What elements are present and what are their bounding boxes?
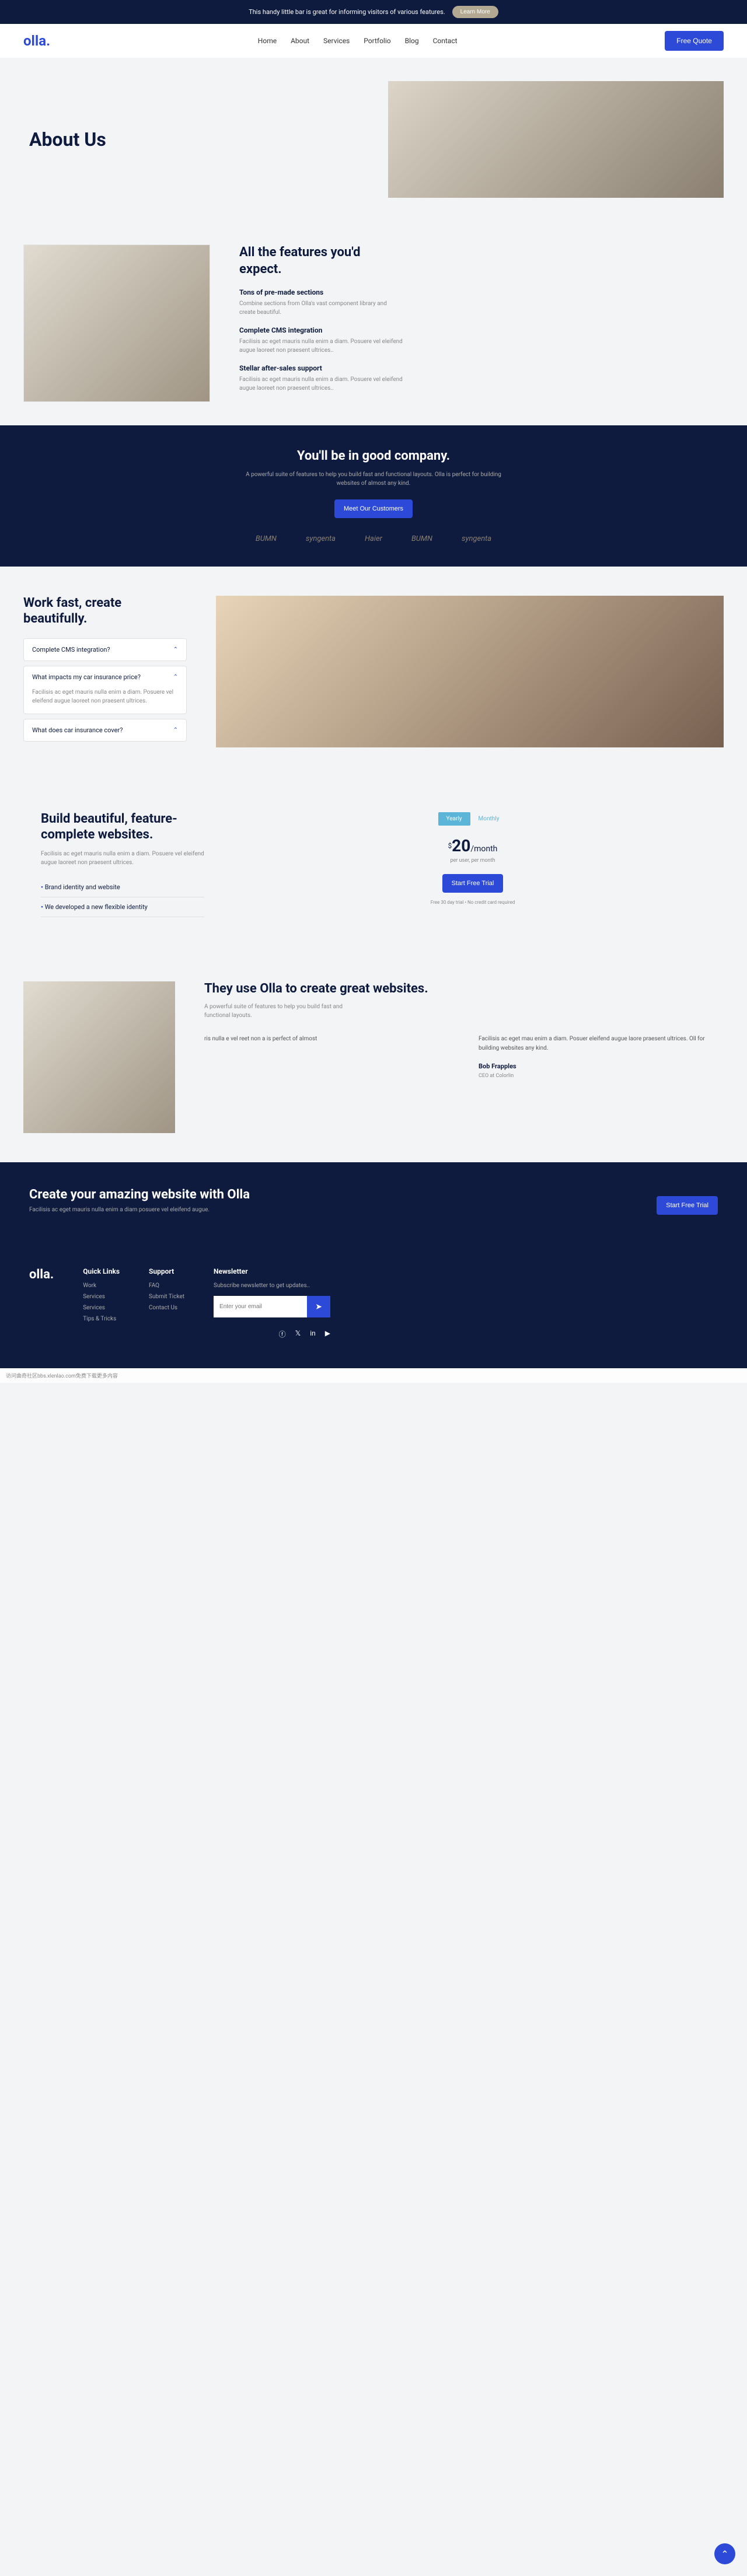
cta-title: Create your amazing website with Olla bbox=[29, 1187, 250, 1202]
testimonial-title: They use Olla to create great websites. bbox=[204, 981, 724, 997]
feature-text: Facilisis ac eget mauris nulla enim a di… bbox=[239, 375, 403, 393]
cta-trial-button[interactable]: Start Free Trial bbox=[657, 1196, 718, 1215]
accordion-toggle[interactable]: What impacts my car insurance price?⌃ bbox=[24, 666, 186, 688]
tab-yearly[interactable]: Yearly bbox=[438, 812, 470, 826]
nav-contact[interactable]: Contact bbox=[433, 37, 458, 45]
company-section: You'll be in good company. A powerful su… bbox=[0, 425, 747, 567]
accordion-content: Facilisis ac eget mauris nulla enim a di… bbox=[24, 688, 186, 714]
footer: olla. Quick Links Work Services Services… bbox=[0, 1238, 747, 1368]
facebook-icon[interactable]: ⓕ bbox=[279, 1329, 286, 1339]
testimonial-column: Facilisis ac eget mau enim a diam. Posue… bbox=[479, 1034, 724, 1080]
main-nav: Home About Services Portfolio Blog Conta… bbox=[258, 37, 458, 45]
bullet-item: We developed a new flexible identity bbox=[41, 897, 204, 917]
feature-heading: Stellar after-sales support bbox=[239, 364, 403, 372]
features-section: All the features you'd expect. Tons of p… bbox=[0, 221, 747, 425]
partner-logo: Haier bbox=[365, 534, 382, 543]
free-quote-button[interactable]: Free Quote bbox=[665, 31, 724, 51]
footer-link[interactable]: Submit Ticket bbox=[149, 1294, 184, 1300]
testimonial-role: CEO at Colorlin bbox=[479, 1072, 724, 1080]
linkedin-icon[interactable]: in bbox=[310, 1329, 316, 1339]
accordion-title: Work fast, create beautifully. bbox=[23, 596, 187, 627]
trial-note: Free 30 day trial • No credit card requi… bbox=[239, 900, 706, 905]
price-subtitle: per user, per month bbox=[239, 858, 706, 864]
testimonial-subtitle: A powerful suite of features to help you… bbox=[204, 1002, 356, 1020]
feature-heading: Tons of pre-made sections bbox=[239, 288, 403, 296]
chevron-up-icon: ⌃ bbox=[173, 727, 178, 733]
accordion-toggle[interactable]: What does car insurance cover?⌃ bbox=[24, 719, 186, 741]
footer-link[interactable]: Services bbox=[83, 1294, 120, 1300]
testimonial-image bbox=[23, 981, 175, 1133]
partner-logo: BUMN bbox=[411, 534, 432, 543]
learn-more-button[interactable]: Learn More bbox=[452, 6, 498, 18]
accordion-toggle[interactable]: Complete CMS integration?⌃ bbox=[24, 639, 186, 660]
page-title: About Us bbox=[29, 128, 365, 151]
testimonial-section: They use Olla to create great websites. … bbox=[0, 952, 747, 1162]
watermark: 访问曲奇社区bbs.xlenlao.com免费下载更多内容 bbox=[0, 1368, 747, 1383]
header: olla. Home About Services Portfolio Blog… bbox=[0, 24, 747, 58]
tab-monthly[interactable]: Monthly bbox=[470, 812, 508, 826]
testimonial-column: ris nulla e vel reet non a is perfect of… bbox=[204, 1034, 449, 1080]
cta-text: Facilisis ac eget mauris nulla enim a di… bbox=[29, 1207, 250, 1213]
pricing-tabs: Yearly Monthly bbox=[438, 812, 508, 826]
partner-logos: BUMN syngenta Haier BUMN syngenta bbox=[23, 534, 724, 543]
footer-link[interactable]: Services bbox=[83, 1305, 120, 1311]
nav-about[interactable]: About bbox=[291, 37, 309, 45]
logo[interactable]: olla. bbox=[23, 33, 50, 49]
announcement-bar: This handy little bar is great for infor… bbox=[0, 0, 747, 24]
partner-logo: syngenta bbox=[462, 534, 491, 543]
footer-newsletter: Newsletter Subscribe newsletter to get u… bbox=[214, 1267, 330, 1339]
accordion-section: Work fast, create beautifully. Complete … bbox=[0, 567, 747, 777]
pricing-section: Build beautiful, feature-complete websit… bbox=[0, 777, 747, 952]
accordion-item: What does car insurance cover?⌃ bbox=[23, 719, 187, 742]
feature-heading: Complete CMS integration bbox=[239, 326, 403, 334]
footer-link[interactable]: Contact Us bbox=[149, 1305, 184, 1311]
footer-link[interactable]: FAQ bbox=[149, 1282, 184, 1289]
email-input[interactable] bbox=[214, 1296, 307, 1317]
meet-customers-button[interactable]: Meet Our Customers bbox=[334, 499, 413, 518]
youtube-icon[interactable]: ▶ bbox=[325, 1329, 330, 1339]
accordion-item: Complete CMS integration?⌃ bbox=[23, 638, 187, 661]
twitter-icon[interactable]: 𝕏 bbox=[295, 1329, 301, 1339]
partner-logo: syngenta bbox=[306, 534, 336, 543]
footer-link[interactable]: Tips & Tricks bbox=[83, 1316, 120, 1322]
features-title: All the features you'd expect. bbox=[239, 244, 403, 278]
chevron-up-icon: ⌃ bbox=[173, 646, 178, 653]
announcement-text: This handy little bar is great for infor… bbox=[249, 8, 445, 16]
testimonial-author: Bob Frapples bbox=[479, 1061, 724, 1072]
pricing-title: Build beautiful, feature-complete websit… bbox=[41, 812, 204, 843]
chevron-up-icon: ⌃ bbox=[173, 674, 178, 680]
partner-logo: BUMN bbox=[256, 534, 277, 543]
cta-section: Create your amazing website with Olla Fa… bbox=[0, 1162, 747, 1238]
hero-image bbox=[388, 81, 724, 198]
feature-text: Combine sections from Olla's vast compon… bbox=[239, 299, 403, 317]
nav-home[interactable]: Home bbox=[258, 37, 277, 45]
nav-portfolio[interactable]: Portfolio bbox=[364, 37, 390, 45]
nav-services[interactable]: Services bbox=[323, 37, 350, 45]
price-display: $20/month bbox=[239, 836, 706, 855]
pricing-text: Facilisis ac eget mauris nulla enim a di… bbox=[41, 850, 204, 867]
hero-section: About Us bbox=[0, 58, 747, 221]
bullet-item: Brand identity and website bbox=[41, 878, 204, 897]
footer-logo[interactable]: olla. bbox=[29, 1267, 54, 1339]
subscribe-button[interactable]: ➤ bbox=[307, 1296, 330, 1317]
features-image bbox=[23, 244, 210, 402]
accordion-item: What impacts my car insurance price?⌃ Fa… bbox=[23, 666, 187, 714]
start-trial-button[interactable]: Start Free Trial bbox=[442, 874, 504, 893]
footer-link[interactable]: Work bbox=[83, 1282, 120, 1289]
company-title: You'll be in good company. bbox=[23, 449, 724, 463]
scroll-top-button[interactable]: ⌃ bbox=[714, 2543, 735, 2564]
company-text: A powerful suite of features to help you… bbox=[233, 470, 514, 488]
accordion-image bbox=[216, 596, 724, 747]
social-icons: ⓕ 𝕏 in ▶ bbox=[214, 1329, 330, 1339]
nav-blog[interactable]: Blog bbox=[405, 37, 419, 45]
footer-quick-links: Quick Links Work Services Services Tips … bbox=[83, 1267, 120, 1339]
footer-support: Support FAQ Submit Ticket Contact Us bbox=[149, 1267, 184, 1339]
feature-text: Facilisis ac eget mauris nulla enim a di… bbox=[239, 337, 403, 355]
